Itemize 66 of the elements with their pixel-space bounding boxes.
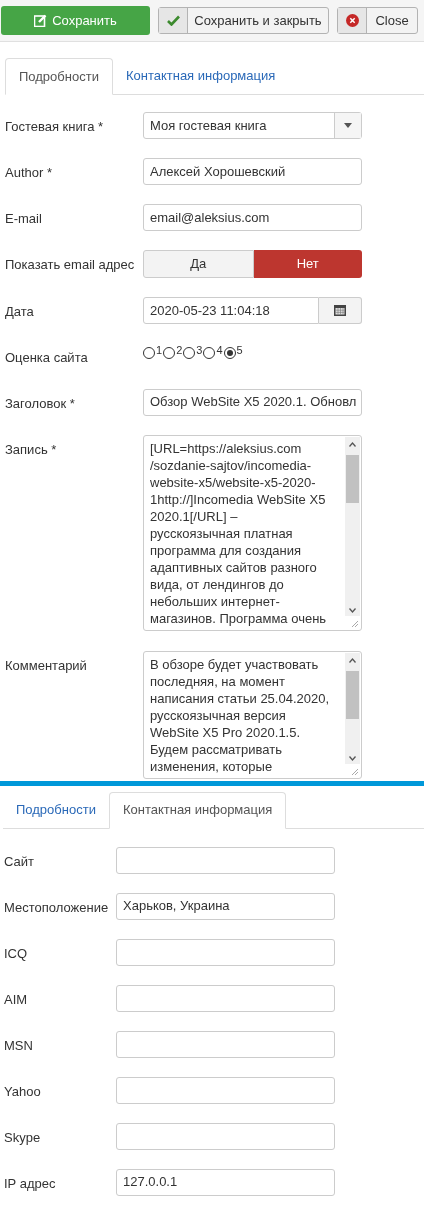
text-field[interactable] bbox=[116, 984, 335, 1012]
text-field[interactable]: Алексей Хорошевский bbox=[143, 158, 362, 185]
close-icon bbox=[345, 14, 359, 27]
calendar-button[interactable] bbox=[319, 297, 362, 324]
scrollbar[interactable] bbox=[345, 652, 360, 764]
text-field[interactable]: email@aleksius.com bbox=[143, 204, 362, 231]
select-field[interactable]: Моя гостевая книга bbox=[143, 112, 362, 139]
field-label: Показать email адрес bbox=[5, 256, 135, 274]
radio-label: 5 bbox=[236, 343, 243, 358]
check-icon bbox=[166, 15, 180, 26]
edit-icon bbox=[34, 14, 48, 27]
field-label: Оценка сайта bbox=[5, 349, 88, 367]
radio-label: 1 bbox=[156, 343, 163, 358]
field-label: MSN bbox=[4, 1036, 33, 1055]
tab[interactable]: Контактная информация bbox=[112, 58, 289, 94]
toggle-option[interactable]: Нет bbox=[253, 250, 362, 278]
text-field[interactable] bbox=[116, 1030, 335, 1058]
text-field[interactable]: 127.0.0.1 bbox=[116, 1168, 335, 1196]
text-area[interactable]: В обзоре будет участвовать последняя, на момент написания статьи 25.04.2020, русскоязычная версия WebSite X5 Pro 2020.1.5. Будем рассматривать изменения, которые bbox=[143, 650, 362, 779]
field-label: Yahoo bbox=[4, 1082, 41, 1101]
calendar-icon bbox=[334, 305, 346, 316]
field-label: Местоположение bbox=[4, 898, 109, 917]
scroll-down-icon[interactable] bbox=[349, 755, 356, 761]
field-label: Гостевая книга * bbox=[5, 118, 104, 136]
radio-label: 3 bbox=[196, 343, 203, 358]
field-label: Комментарий bbox=[5, 656, 87, 675]
resize-grip-icon[interactable] bbox=[350, 618, 359, 628]
text-field[interactable] bbox=[116, 846, 335, 874]
dropdown-caret-icon bbox=[344, 123, 352, 128]
radio-button[interactable] bbox=[183, 347, 196, 359]
save-and-close-button[interactable]: Сохранить и закрыть bbox=[158, 7, 329, 34]
tab[interactable]: Подробности bbox=[5, 58, 113, 95]
field-label: IP адрес bbox=[4, 1174, 56, 1193]
radio-button[interactable] bbox=[203, 347, 216, 359]
text-field[interactable] bbox=[116, 938, 335, 966]
close-button[interactable]: Close bbox=[337, 7, 418, 34]
radio-label: 2 bbox=[176, 343, 183, 358]
text-field[interactable]: Обзор WebSite X5 2020.1. Обновл bbox=[143, 388, 362, 416]
radio-button[interactable] bbox=[143, 347, 155, 359]
field-label: AIM bbox=[4, 990, 28, 1009]
radio-button[interactable] bbox=[163, 347, 176, 359]
field-label: Skype bbox=[4, 1128, 41, 1147]
field-label: Дата bbox=[5, 303, 34, 321]
radio-button[interactable] bbox=[223, 347, 236, 359]
scrollbar-thumb[interactable] bbox=[346, 454, 359, 503]
scrollbar-thumb[interactable] bbox=[346, 670, 359, 719]
scroll-up-icon[interactable] bbox=[349, 441, 356, 447]
field-label: E-mail bbox=[5, 210, 42, 228]
scroll-up-icon[interactable] bbox=[349, 657, 356, 663]
tab[interactable]: Подробности bbox=[3, 791, 109, 828]
radio-label: 4 bbox=[216, 343, 223, 358]
field-label: Сайт bbox=[4, 852, 34, 871]
date-field[interactable]: 2020-05-23 11:04:18 bbox=[143, 297, 319, 324]
scrollbar[interactable] bbox=[345, 436, 360, 616]
field-label: Запись * bbox=[5, 440, 57, 459]
text-field[interactable] bbox=[116, 1076, 335, 1104]
text-field[interactable]: Харьков, Украина bbox=[116, 892, 335, 920]
text-area[interactable]: [URL=https://aleksius.com /sozdanie-sajtov/incomedia-website-x5/website-x5-2020-1http://]Incomedia WebSite X5 2020.1[/URL] – русскоязычная платная программа для создания адаптивных сайтов разного вида, от лендингов до небольших интернет-магазинов. Программа очень bbox=[143, 434, 362, 631]
toggle-option[interactable]: Да bbox=[143, 250, 254, 278]
resize-grip-icon[interactable] bbox=[350, 766, 359, 776]
field-label: ICQ bbox=[4, 944, 28, 963]
field-label: Заголовок * bbox=[5, 394, 75, 413]
text-field[interactable] bbox=[116, 1122, 335, 1150]
tab[interactable]: Контактная информация bbox=[108, 791, 287, 829]
scroll-down-icon[interactable] bbox=[349, 607, 356, 613]
field-label: Author * bbox=[5, 164, 52, 182]
